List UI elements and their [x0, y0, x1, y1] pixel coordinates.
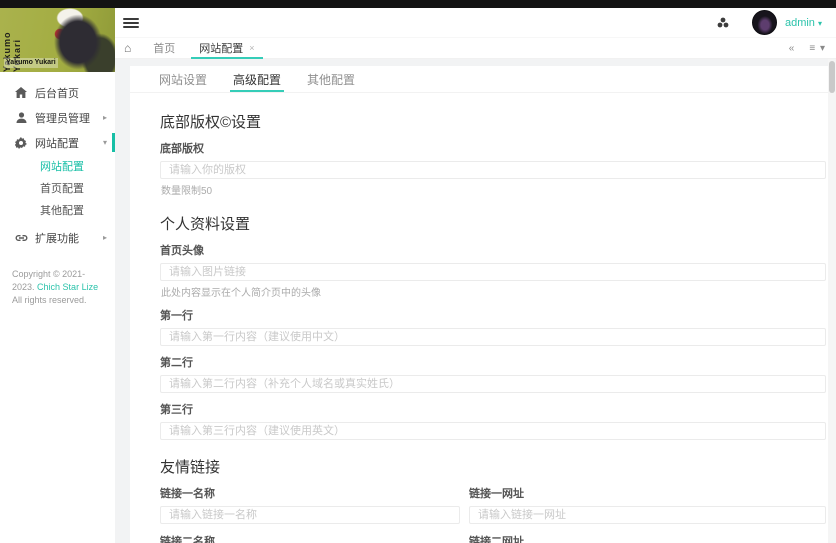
field-line2: 第二行: [160, 354, 826, 393]
field-label: 底部版权: [160, 140, 826, 156]
chevron-right-icon: ▸: [103, 113, 107, 122]
line1-input[interactable]: [160, 328, 826, 346]
sidebar-item-admin-management[interactable]: 管理员管理 ▸: [0, 105, 115, 130]
tab-other-config[interactable]: 其他配置: [294, 66, 368, 92]
link-icon: [14, 232, 28, 244]
sidebar-subitem-site-config[interactable]: 网站配置: [0, 155, 115, 177]
field-helper-text: 数量限制50: [161, 182, 826, 197]
field-label: 第三行: [160, 401, 826, 417]
sidebar: Yakumo Yukari Yakumo Yukari 后台首页 管理员管理 ▸…: [0, 8, 115, 543]
vertical-scrollbar[interactable]: [828, 59, 836, 543]
tab-scroll-left-icon[interactable]: «: [789, 43, 796, 54]
section-title-profile: 个人资料设置: [160, 213, 826, 234]
sidebar-item-label: 后台首页: [35, 85, 79, 101]
field-label: 第二行: [160, 354, 826, 370]
field-label: 链接二网址: [469, 533, 826, 543]
card-tab-label: 其他配置: [307, 71, 355, 88]
copyright-suffix: All rights reserved.: [12, 295, 87, 305]
tab-advanced-config[interactable]: 高级配置: [220, 66, 294, 92]
home-tab-icon[interactable]: ⌂: [124, 42, 131, 54]
field-label: 第一行: [160, 307, 826, 323]
sidebar-item-label: 网站配置: [35, 135, 79, 151]
page-tab-bar: ⌂ 首页 网站配置 × « ≡ ▾: [115, 38, 836, 59]
field-label: 首页头像: [160, 242, 826, 258]
copyright-brand-link[interactable]: Chich Star Lize: [37, 282, 98, 292]
sidebar-item-site-config[interactable]: 网站配置 ▾: [0, 130, 115, 155]
workspace: 网站设置 高级配置 其他配置 底部版权©设置 底部版权 数量限制50 个人资料设…: [115, 59, 836, 543]
home-icon: [14, 87, 28, 99]
sidebar-item-label: 管理员管理: [35, 110, 90, 126]
tab-operations-dropdown[interactable]: ≡ ▾: [809, 43, 826, 54]
user-avatar[interactable]: [752, 10, 777, 35]
chevron-right-icon: ▸: [103, 233, 107, 242]
tab-label: 首页: [153, 40, 175, 56]
field-link1-name: 链接一名称: [160, 485, 460, 524]
header-right-group: admin ▾: [716, 10, 822, 35]
user-dropdown[interactable]: admin ▾: [785, 17, 822, 29]
settings-tabs: 网站设置 高级配置 其他配置: [130, 66, 836, 93]
sidebar-copyright: Copyright © 2021-2023. Chich Star Lize A…: [12, 268, 105, 307]
friend-links-grid: 链接一名称 链接一网址 链接二名称 链接二网址 链接三名称: [160, 485, 826, 543]
field-link2-name: 链接二名称: [160, 533, 460, 543]
hamburger-menu-icon[interactable]: [123, 16, 139, 30]
tab-site-config[interactable]: 网站配置 ×: [187, 38, 266, 59]
user-icon: [14, 112, 28, 124]
field-home-avatar: 首页头像 此处内容显示在个人简介页中的头像: [160, 242, 826, 299]
sidebar-item-dashboard[interactable]: 后台首页: [0, 80, 115, 105]
section-title-footer-copyright: 底部版权©设置: [160, 111, 826, 132]
link1-name-input[interactable]: [160, 506, 460, 524]
logo-small-text: Yakumo Yukari: [4, 58, 58, 68]
field-helper-text: 此处内容显示在个人简介页中的头像: [161, 284, 826, 299]
tab-home-page[interactable]: 首页: [141, 38, 187, 59]
line3-input[interactable]: [160, 422, 826, 440]
field-footer-copyright: 底部版权 数量限制50: [160, 140, 826, 197]
top-header: admin ▾: [115, 8, 836, 38]
tab-label: 网站配置: [199, 40, 243, 56]
sidebar-item-extensions[interactable]: 扩展功能 ▸: [0, 225, 115, 250]
window-top-strip: [0, 0, 836, 8]
sidebar-subitem-label: 首页配置: [40, 180, 84, 196]
field-link1-url: 链接一网址: [469, 485, 826, 524]
link1-url-input[interactable]: [469, 506, 826, 524]
footer-copyright-input[interactable]: [160, 161, 826, 179]
theme-icon[interactable]: [716, 16, 730, 30]
card-tab-label: 网站设置: [159, 71, 207, 88]
tabbar-controls: « ≡ ▾: [775, 43, 826, 54]
sidebar-subitem-other-config[interactable]: 其他配置: [0, 199, 115, 221]
section-title-friend-links: 友情链接: [160, 456, 826, 477]
line2-input[interactable]: [160, 375, 826, 393]
gear-icon: [14, 137, 28, 149]
field-label: 链接一网址: [469, 485, 826, 501]
home-avatar-input[interactable]: [160, 263, 826, 281]
username-text: admin: [785, 17, 815, 29]
sidebar-subitem-label: 其他配置: [40, 202, 84, 218]
field-link2-url: 链接二网址: [469, 533, 826, 543]
settings-card: 网站设置 高级配置 其他配置 底部版权©设置 底部版权 数量限制50 个人资料设…: [130, 66, 836, 543]
chevron-down-icon: ▾: [818, 19, 822, 28]
close-icon[interactable]: ×: [249, 43, 254, 53]
settings-form: 底部版权©设置 底部版权 数量限制50 个人资料设置 首页头像 此处内容显示在个…: [130, 93, 836, 543]
chevron-down-icon: ▾: [103, 138, 107, 147]
card-tab-label: 高级配置: [233, 71, 281, 88]
field-line1: 第一行: [160, 307, 826, 346]
sidebar-logo-image: Yakumo Yukari Yakumo Yukari: [0, 8, 115, 72]
scrollbar-thumb[interactable]: [829, 61, 835, 93]
sidebar-menu: 后台首页 管理员管理 ▸ 网站配置 ▾ 网站配置 首页配置 其他配置: [0, 80, 115, 307]
field-label: 链接二名称: [160, 533, 460, 543]
sidebar-subitem-home-config[interactable]: 首页配置: [0, 177, 115, 199]
sidebar-subitem-label: 网站配置: [40, 158, 84, 174]
field-label: 链接一名称: [160, 485, 460, 501]
field-line3: 第三行: [160, 401, 826, 440]
tab-website-settings[interactable]: 网站设置: [146, 66, 220, 92]
sidebar-item-label: 扩展功能: [35, 230, 79, 246]
